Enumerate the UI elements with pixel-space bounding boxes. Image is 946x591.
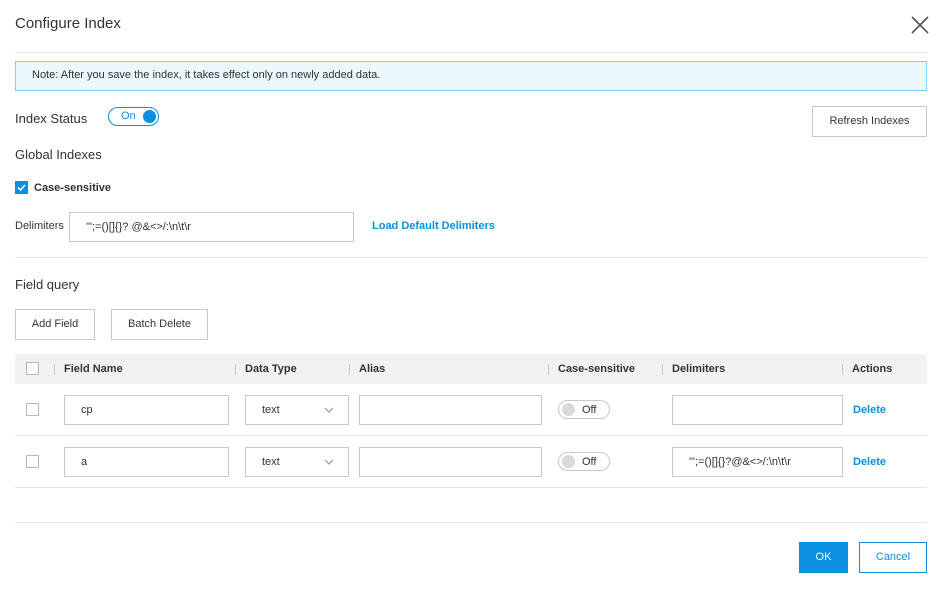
header-separator <box>349 364 350 375</box>
header-divider <box>15 52 927 53</box>
header-field-name: Field Name <box>64 363 123 375</box>
index-status-label: Index Status <box>15 111 88 126</box>
chevron-down-icon <box>324 407 334 413</box>
cancel-button[interactable]: Cancel <box>859 542 927 573</box>
check-icon <box>17 184 26 192</box>
header-separator <box>54 364 55 375</box>
toggle-knob <box>143 110 156 123</box>
alias-input[interactable] <box>359 447 542 477</box>
load-default-delimiters-link[interactable]: Load Default Delimiters <box>372 220 495 232</box>
chevron-down-icon <box>324 459 334 465</box>
case-sensitive-switch[interactable]: Off <box>558 452 610 471</box>
switch-knob <box>562 403 575 416</box>
row-divider <box>15 435 927 436</box>
section-divider <box>15 257 927 258</box>
header-separator <box>662 364 663 375</box>
field-query-title: Field query <box>15 277 80 292</box>
row-checkbox[interactable] <box>26 455 39 468</box>
close-icon[interactable] <box>909 14 931 36</box>
batch-delete-button[interactable]: Batch Delete <box>111 309 208 340</box>
header-separator <box>548 364 549 375</box>
dialog-title: Configure Index <box>15 15 121 32</box>
switch-label: Off <box>582 404 597 416</box>
add-field-button[interactable]: Add Field <box>15 309 95 340</box>
header-delimiters: Delimiters <box>672 363 726 375</box>
delete-link[interactable]: Delete <box>853 456 886 468</box>
data-type-select[interactable]: text <box>245 395 349 425</box>
case-sensitive-label: Case-sensitive <box>34 182 112 194</box>
delete-link[interactable]: Delete <box>853 404 886 416</box>
header-alias: Alias <box>359 363 386 375</box>
row-divider <box>15 487 927 488</box>
header-actions: Actions <box>852 363 893 375</box>
field-name-input[interactable]: cp <box>64 395 229 425</box>
data-type-value: text <box>262 456 280 468</box>
header-case-sensitive: Case-sensitive <box>558 363 636 375</box>
index-status-toggle-label: On <box>121 110 136 122</box>
header-separator <box>235 364 236 375</box>
table-header: Field Name Data Type Alias Case-sensitiv… <box>15 354 927 384</box>
delimiters-label: Delimiters <box>15 220 64 232</box>
refresh-indexes-button[interactable]: Refresh Indexes <box>812 106 927 137</box>
header-data-type: Data Type <box>245 363 297 375</box>
header-separator <box>842 364 843 375</box>
index-status-toggle[interactable]: On <box>108 107 159 126</box>
delimiters-input[interactable]: '";=()[]{}?@&<>/:\n\t\r <box>672 447 843 477</box>
notice-banner: Note: After you save the index, it takes… <box>15 61 927 91</box>
row-checkbox[interactable] <box>26 403 39 416</box>
data-type-select[interactable]: text <box>245 447 349 477</box>
switch-knob <box>562 455 575 468</box>
data-type-value: text <box>262 404 280 416</box>
select-all-checkbox[interactable] <box>26 362 39 375</box>
switch-label: Off <box>582 456 597 468</box>
alias-input[interactable] <box>359 395 542 425</box>
delimiters-input[interactable] <box>672 395 843 425</box>
global-delimiters-input[interactable]: '";=()[]{}? @&<>/:\n\t\r <box>69 212 354 242</box>
ok-button[interactable]: OK <box>799 542 848 573</box>
case-sensitive-checkbox[interactable] <box>15 181 28 194</box>
footer-divider <box>15 522 927 523</box>
case-sensitive-switch[interactable]: Off <box>558 400 610 419</box>
global-indexes-title: Global Indexes <box>15 147 102 162</box>
field-name-input[interactable]: a <box>64 447 229 477</box>
